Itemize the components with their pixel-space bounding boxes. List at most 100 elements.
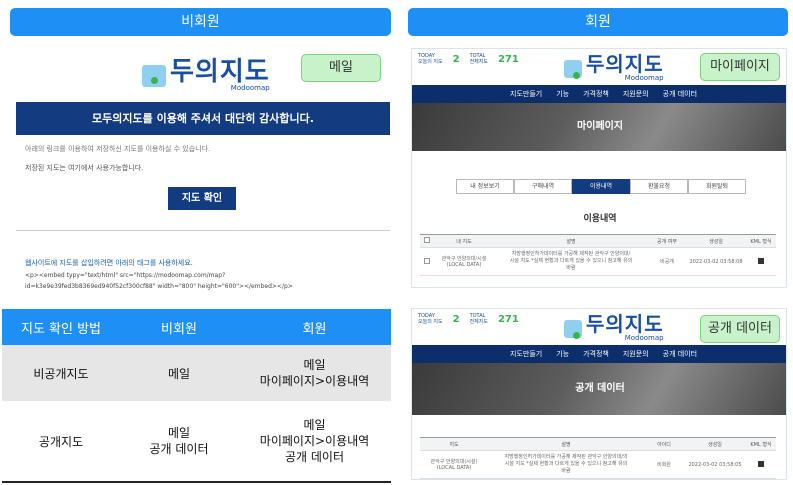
public-data-table: 지도 설명 아이디 생성일 KML 형식 관악구 안양의대(시설)(LOCAL … <box>420 437 776 479</box>
tab-usage[interactable]: 이용내역 <box>572 179 630 194</box>
email-logo-area: 두의지도 Modoomap 메일 <box>16 50 390 102</box>
thanks-banner: 모두의지도를 이용해 주셔서 대단히 감사합니다. <box>16 102 390 135</box>
table-header-row: 내 지도 설명 공개 여부 생성일 KML 형식 <box>420 234 776 248</box>
mypage-screenshot: TODAY 오늘의 지도 2 TOTAL 전체지도 271 두의지도 Modooma… <box>411 48 787 288</box>
select-all-checkbox[interactable] <box>420 234 434 248</box>
row-private-guest: 메일 <box>167 366 191 381</box>
member-mail: 메일 <box>303 358 326 372</box>
guest-public-data: 공개 데이터 <box>149 442 209 456</box>
cell-date: 2022-03-02 03:58:08 <box>686 247 746 276</box>
modoomap-logo[interactable]: 두의지도 Modoomap <box>564 52 664 82</box>
mypage-tabs: 내 정보보기 구매내역 이용내역 환불요청 회원탈퇴 <box>456 179 746 194</box>
view-map-button[interactable]: 지도 확인 <box>168 187 236 210</box>
col-kml: KML 형식 <box>746 234 776 248</box>
kml-download-icon[interactable] <box>746 247 776 276</box>
desc-line-1: 지방행정인허가데이터를 가공해 제작된 관악구 안양의대/의 <box>504 454 628 460</box>
email-line-1: 아래의 링크를 이용하여 저장하신 지도를 이용하실 수 있습니다. <box>25 145 211 153</box>
cell-description: 지방행정인허가데이터를 가공해 제작된 관악구 안양의대/ 시설 지도 *실제 … <box>494 247 648 276</box>
col-created: 생성일 <box>686 234 746 248</box>
comparison-header-row: 지도 확인 방법 비회원 회원 <box>2 309 391 345</box>
map-pin-icon <box>142 65 166 87</box>
map-pin-icon <box>564 59 582 79</box>
nav-public-data[interactable]: 공개 데이터 <box>663 349 697 359</box>
usage-table: 내 지도 설명 공개 여부 생성일 KML 형식 관악구 안양의대/시설(LOC… <box>420 234 776 276</box>
logo-text: 두의지도 <box>170 57 270 87</box>
tab-withdraw[interactable]: 회원탈퇴 <box>688 179 746 194</box>
desc-line-2: 시설 지도 *실제 현황과 다르게 있을 수 있으니 참고해 유의 <box>509 258 633 264</box>
nav-pricing[interactable]: 가격정책 <box>583 349 609 359</box>
header-guest: 비회원 <box>161 321 197 337</box>
section-title: 이용내역 <box>583 214 617 224</box>
cell-description: 지방행정인허가데이터를 가공해 제작된 관악구 안양의대/의 시설 지도 *실제… <box>488 450 644 479</box>
main-nav: 지도만들기 기능 가격정책 지원문의 공개 데이터 <box>412 345 786 363</box>
nav-features[interactable]: 기능 <box>556 349 569 359</box>
visit-counters: TODAY 오늘의 지도 2 TOTAL 전체지도 271 <box>418 53 519 65</box>
mypage-hero: 마이페이지 <box>412 103 786 151</box>
nav-make-map[interactable]: 지도만들기 <box>510 349 542 359</box>
header-method: 지도 확인 방법 <box>20 321 102 337</box>
cell-public: 비공개 <box>648 247 686 276</box>
public-data-hero: 공개 데이터 <box>412 363 786 415</box>
main-nav: 지도만들기 기능 가격정책 지원문의 공개 데이터 <box>412 85 786 103</box>
row-private-member: 메일 마이페이지>이용내역 <box>238 345 391 401</box>
public-data-callout: 공개 데이터 <box>700 315 780 343</box>
cell-user: 비회원 <box>644 450 684 479</box>
nav-support[interactable]: 지원문의 <box>623 349 649 359</box>
tab-refund[interactable]: 환불요청 <box>630 179 688 194</box>
row-public-guest: 메일 공개 데이터 <box>120 401 238 481</box>
col-description: 설명 <box>494 234 648 248</box>
col-my-map: 내 지도 <box>434 234 494 248</box>
nav-features[interactable]: 기능 <box>556 89 569 99</box>
total-sub: 전체지도 <box>469 319 488 325</box>
table-row: 비공개지도 메일 메일 마이페이지>이용내역 <box>2 345 391 401</box>
nav-make-map[interactable]: 지도만들기 <box>510 89 542 99</box>
table-header-row: 지도 설명 아이디 생성일 KML 형식 <box>420 437 776 451</box>
embed-code-line-2: id=k3e9e39fed3b8369ed940f52cf300cf88" wi… <box>25 283 293 290</box>
mail-callout: 메일 <box>301 54 381 82</box>
desc-line-1: 지방행정인허가데이터를 가공해 제작된 관악구 안양의대/ <box>511 251 631 257</box>
desc-line-3: 바람 <box>566 265 576 271</box>
member-mypage: 마이페이지>이용내역 <box>259 374 370 388</box>
guest-email-panel: 두의지도 Modoomap 메일 모두의지도를 이용해 주셔서 대단히 감사합니… <box>16 50 390 300</box>
header-member: 회원 <box>302 321 327 337</box>
total-sub: 전체지도 <box>469 59 488 65</box>
today-count: 2 <box>452 53 460 65</box>
col-public: 공개 여부 <box>648 234 686 248</box>
visit-counters: TODAY 오늘의 지도 2 TOTAL 전체지도 271 <box>418 313 519 325</box>
divider <box>16 230 390 231</box>
today-sub: 오늘의 지도 <box>418 319 443 325</box>
col-map: 지도 <box>420 437 488 451</box>
row-public-method: 공개지도 <box>38 434 84 449</box>
nav-public-data[interactable]: 공개 데이터 <box>663 89 697 99</box>
col-description: 설명 <box>488 437 644 451</box>
mypage-callout: 마이페이지 <box>700 53 780 81</box>
tab-purchases[interactable]: 구매내역 <box>514 179 572 194</box>
modoomap-logo: 두의지도 Modoomap <box>142 57 270 92</box>
col-kml: KML 형식 <box>746 437 776 451</box>
comparison-table: 지도 확인 방법 비회원 회원 비공개지도 메일 메일 마이페이지>이용내역 공… <box>2 309 391 483</box>
col-user-id: 아이디 <box>644 437 684 451</box>
kml-download-icon[interactable] <box>746 450 776 479</box>
public-data-screenshot: TODAY 오늘의 지도 2 TOTAL 전체지도 271 두의지도 Modooma… <box>411 308 787 480</box>
table-row[interactable]: 관악구 안양의대(시설)(LOCAL DATA) 지방행정인허가데이터를 가공해… <box>420 450 776 479</box>
desc-line-3: 바람 <box>561 468 571 474</box>
table-row[interactable]: 관악구 안양의대/시설(LOCAL DATA) 지방행정인허가데이터를 가공해 … <box>420 247 776 276</box>
cell-map[interactable]: 관악구 안양의대(시설)(LOCAL DATA) <box>420 450 488 479</box>
logo-text: 두의지도 <box>586 312 664 336</box>
member-mail: 메일 <box>303 418 326 432</box>
nav-pricing[interactable]: 가격정책 <box>583 89 609 99</box>
member-mypage: 마이페이지>이용내역 <box>259 434 370 448</box>
table-row: 공개지도 메일 공개 데이터 메일 마이페이지>이용내역 공개 데이터 <box>2 401 391 481</box>
logo-text: 두의지도 <box>586 52 664 76</box>
cell-map[interactable]: 관악구 안양의대/시설(LOCAL DATA) <box>434 247 494 276</box>
row-private-method: 비공개지도 <box>33 366 89 381</box>
email-line-2: 저장된 지도는 여기에서 사용가능합니다. <box>25 164 144 172</box>
row-checkbox[interactable] <box>420 247 434 276</box>
col-created: 생성일 <box>684 437 746 451</box>
modoomap-logo[interactable]: 두의지도 Modoomap <box>564 312 664 342</box>
nav-support[interactable]: 지원문의 <box>623 89 649 99</box>
today-count: 2 <box>452 313 460 325</box>
embed-title: 웹사이트에 지도를 삽입하려면 아래의 태그를 사용하세요. <box>25 259 193 267</box>
member-header: 회원 <box>408 8 788 36</box>
tab-my-info[interactable]: 내 정보보기 <box>456 179 514 194</box>
